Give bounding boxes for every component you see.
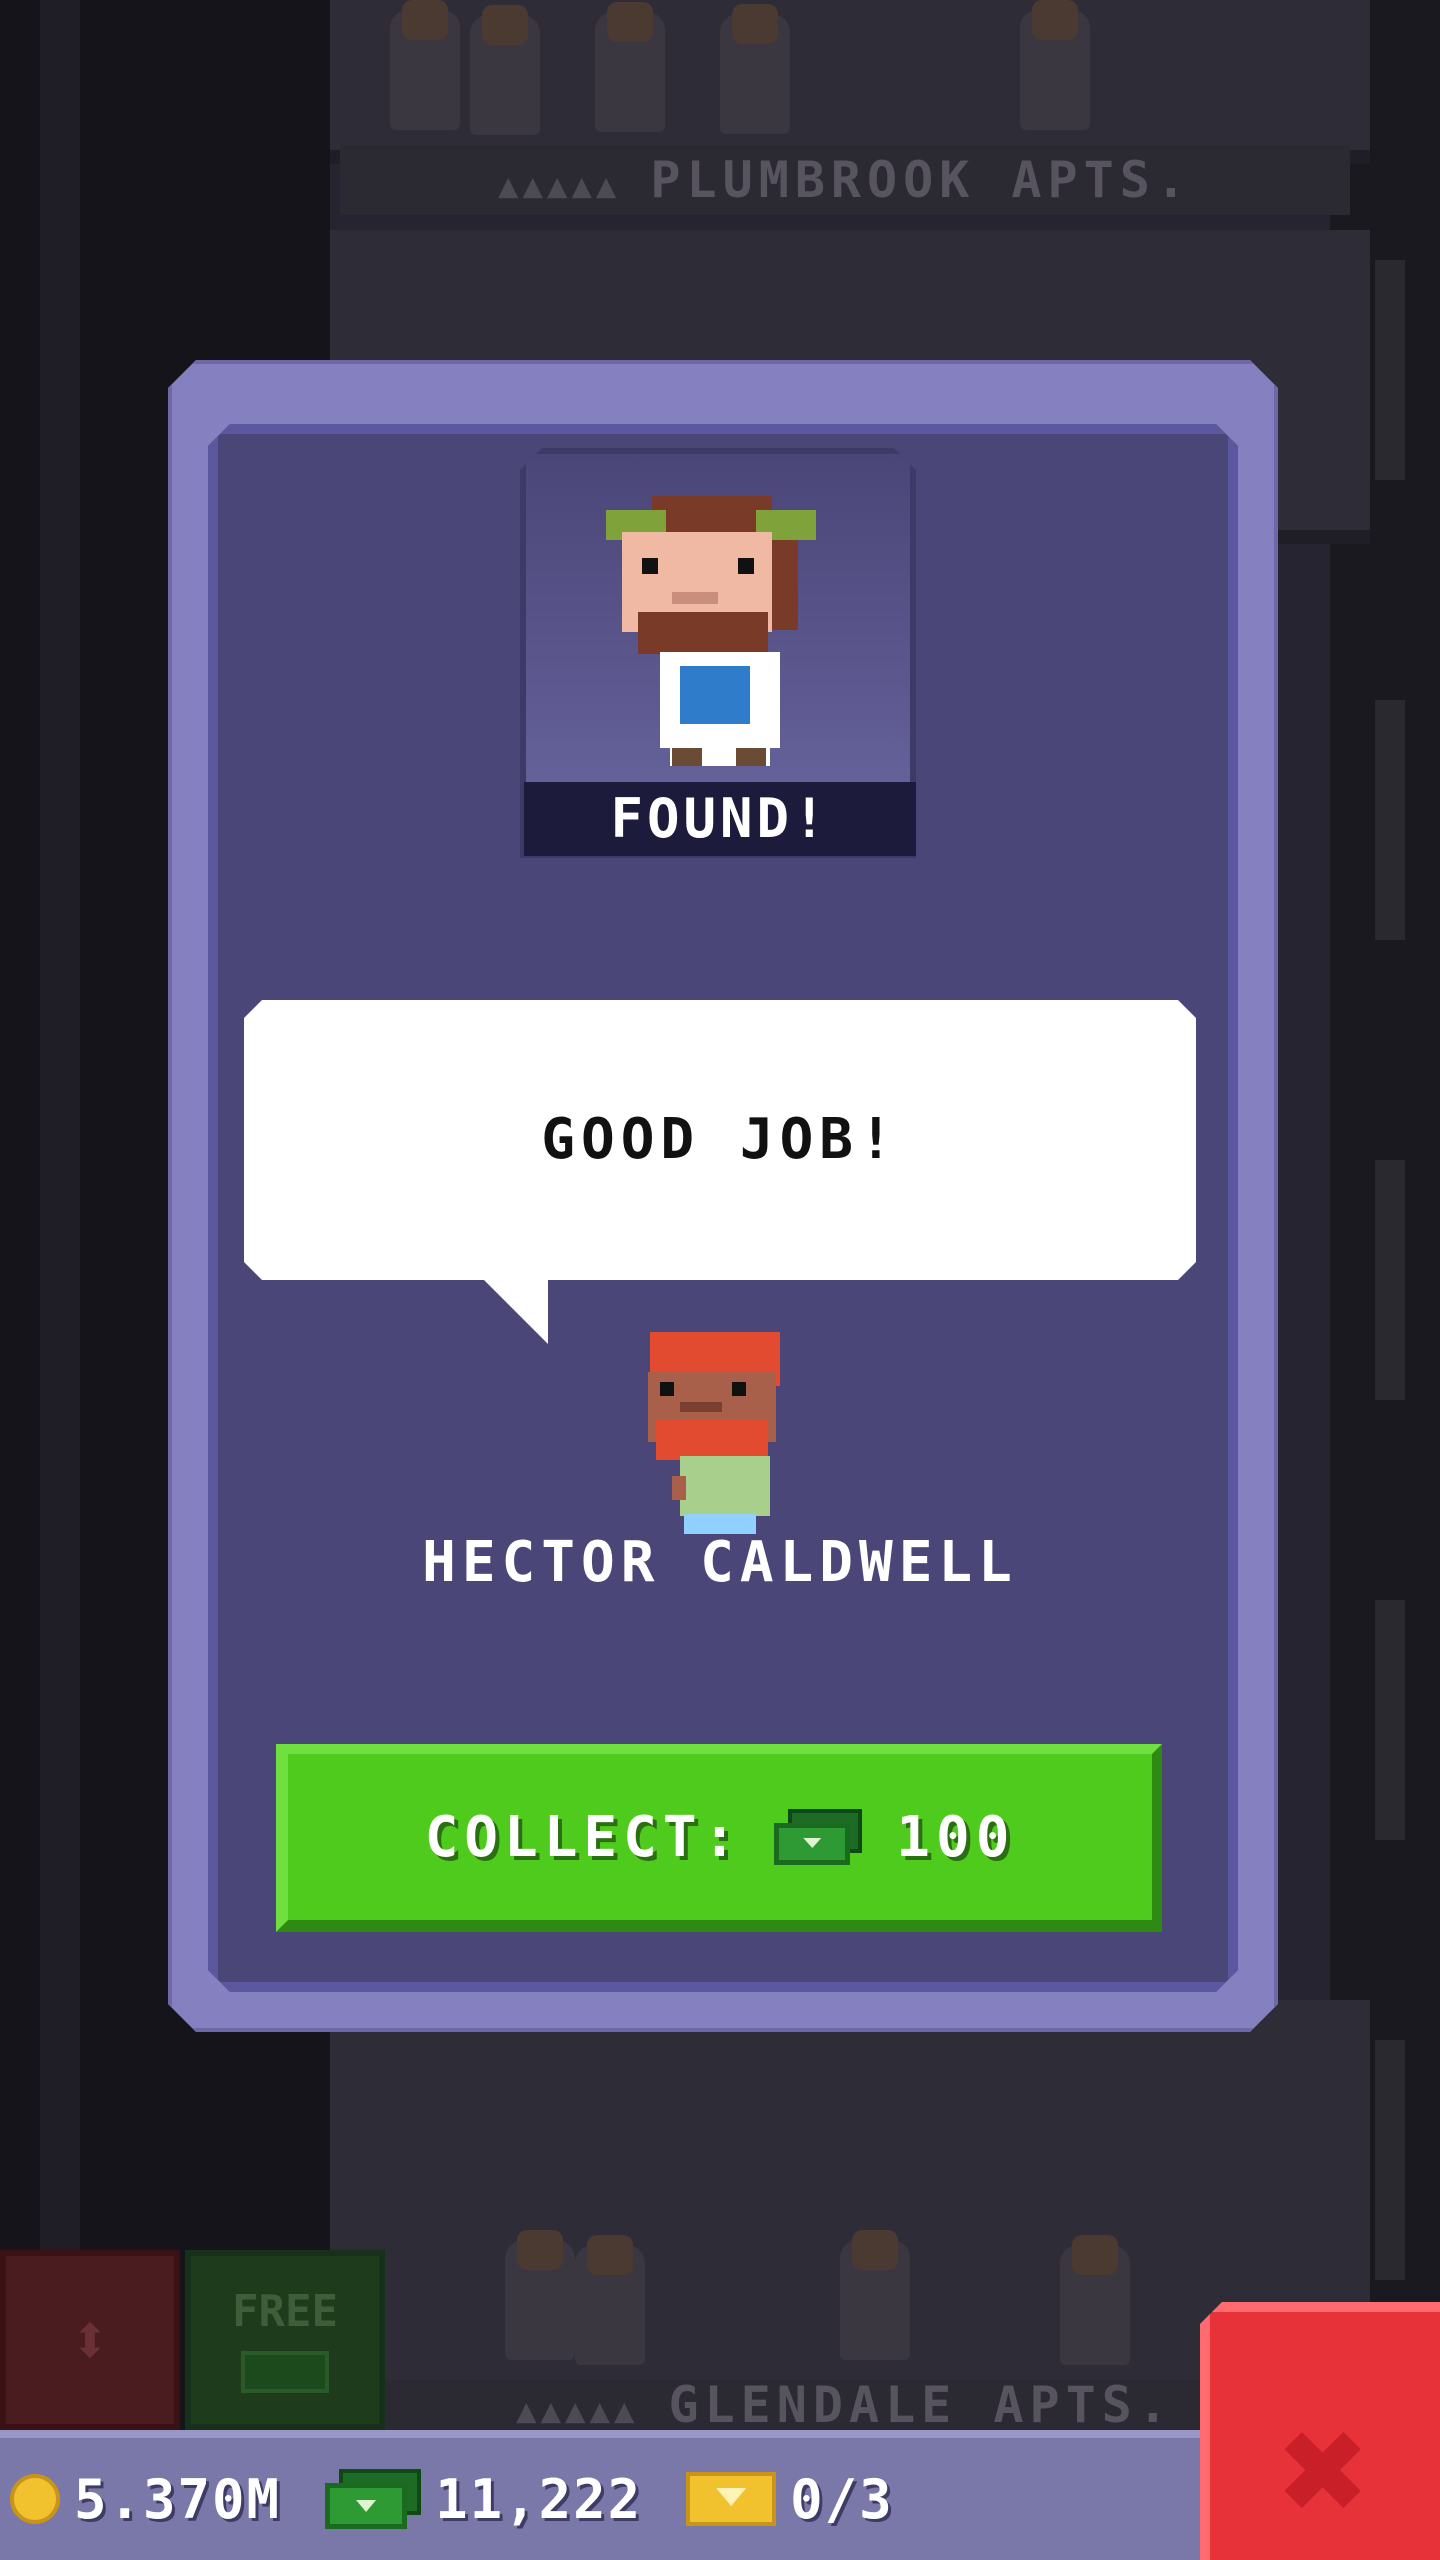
resident <box>470 5 540 135</box>
resident <box>575 2235 645 2365</box>
floor-stars: ▲▲▲▲▲ <box>516 2391 639 2431</box>
cash-icon <box>241 2351 329 2393</box>
coin-icon <box>10 2474 60 2524</box>
floor-stars: ▲▲▲▲▲ <box>498 166 621 206</box>
resident <box>390 0 460 130</box>
floor-label-glendale: ▲▲▲▲▲ GLENDALE APTS. <box>340 2380 1350 2431</box>
elevator-button[interactable]: ⬍ <box>0 2250 180 2430</box>
character-name: HECTOR CALDWELL <box>422 1530 1018 1595</box>
speech-text: GOOD JOB! <box>541 1107 899 1172</box>
close-button[interactable]: ✖ <box>1200 2302 1440 2560</box>
bux-icon <box>774 1809 864 1865</box>
status-bar: 5.370M 11,222 0/3 <box>0 2430 1210 2560</box>
resident <box>840 2230 910 2360</box>
ticket-icon <box>686 2472 777 2526</box>
close-icon: ✖ <box>1279 2384 1371 2558</box>
coins-count: 5.370M <box>74 2467 282 2531</box>
found-badge: FOUND! <box>524 782 916 856</box>
resident <box>720 4 790 134</box>
free-label: FREE <box>232 2286 338 2337</box>
collect-button[interactable]: COLLECT: 100 <box>276 1744 1162 1932</box>
resident <box>1020 0 1090 130</box>
free-bux-button[interactable]: FREE <box>185 2250 385 2430</box>
elevator-arrows-icon: ⬍ <box>68 2299 112 2381</box>
tickets-count: 0/3 <box>790 2467 894 2531</box>
collect-label: COLLECT: <box>424 1804 743 1870</box>
collect-amount: 100 <box>896 1804 1016 1870</box>
bux-icon <box>325 2469 422 2529</box>
bux-count: 11,222 <box>435 2467 643 2531</box>
floor-label-plumbrook: ▲▲▲▲▲ PLUMBROOK APTS. <box>340 145 1350 215</box>
resident <box>1060 2235 1130 2365</box>
resident <box>595 2 665 132</box>
resident <box>505 2230 575 2360</box>
